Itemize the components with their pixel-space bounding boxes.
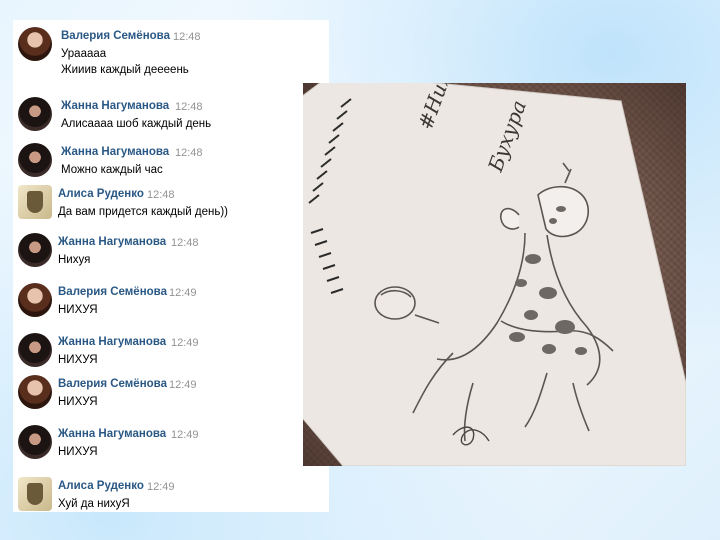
chat-message-list: Валерия Семёнова 12:48 Урааааа Жииив каж… bbox=[13, 20, 329, 512]
message-text: НИХУЯ bbox=[58, 354, 98, 366]
message-text: Жииив каждый деееень bbox=[61, 64, 189, 76]
message-time: 12:49 bbox=[169, 379, 197, 391]
sender-name[interactable]: Валерия Семёнова bbox=[58, 286, 167, 298]
chat-message: Алиса Руденко 12:48 Да вам придется кажд… bbox=[13, 180, 329, 226]
avatar[interactable] bbox=[18, 97, 52, 131]
avatar[interactable] bbox=[18, 333, 52, 367]
avatar[interactable] bbox=[18, 477, 52, 511]
chat-message: Жанна Нагуманова 12:48 Алисаааа шоб кажд… bbox=[13, 92, 329, 138]
message-time: 12:48 bbox=[175, 147, 203, 159]
chat-message: Валерия Семёнова 12:48 Урааааа Жииив каж… bbox=[13, 22, 329, 78]
sender-name[interactable]: Жанна Нагуманова bbox=[58, 236, 166, 248]
avatar[interactable] bbox=[18, 143, 52, 177]
chat-message: Жанна Нагуманова 12:49 НИХУЯ bbox=[13, 328, 329, 374]
sketchbook-photo[interactable]: #Нихуя и Бухура bbox=[303, 83, 686, 466]
message-text: Можно каждый час bbox=[61, 164, 163, 176]
message-time: 12:48 bbox=[173, 31, 201, 43]
sender-name[interactable]: Жанна Нагуманова bbox=[61, 146, 169, 158]
chat-message: Жанна Нагуманова 12:48 Нихуя bbox=[13, 228, 329, 274]
avatar[interactable] bbox=[18, 27, 52, 61]
sender-name[interactable]: Жанна Нагуманова bbox=[58, 428, 166, 440]
giraffe-sketch-image: #Нихуя и Бухура bbox=[303, 83, 686, 466]
sender-name[interactable]: Алиса Руденко bbox=[58, 188, 144, 200]
chat-message: Алиса Руденко 12:49 Хуй да нихуЯ bbox=[13, 472, 329, 512]
sender-name[interactable]: Валерия Семёнова bbox=[58, 378, 167, 390]
message-text: НИХУЯ bbox=[58, 304, 98, 316]
message-text: НИХУЯ bbox=[58, 396, 98, 408]
avatar[interactable] bbox=[18, 375, 52, 409]
chat-message: Жанна Нагуманова 12:49 НИХУЯ bbox=[13, 420, 329, 466]
avatar[interactable] bbox=[18, 283, 52, 317]
message-text: Хуй да нихуЯ bbox=[58, 498, 130, 510]
avatar[interactable] bbox=[18, 425, 52, 459]
sender-name[interactable]: Алиса Руденко bbox=[58, 480, 144, 492]
sender-name[interactable]: Жанна Нагуманова bbox=[61, 100, 169, 112]
message-text: Алисаааа шоб каждый день bbox=[61, 118, 212, 130]
message-time: 12:49 bbox=[171, 337, 199, 349]
message-time: 12:49 bbox=[147, 481, 175, 493]
chat-message: Жанна Нагуманова 12:48 Можно каждый час bbox=[13, 138, 329, 184]
chat-message: Валерия Семёнова 12:49 НИХУЯ bbox=[13, 278, 329, 324]
message-text: Урааааа bbox=[61, 48, 107, 60]
avatar[interactable] bbox=[18, 185, 52, 219]
message-text: Да вам придется каждый день)) bbox=[58, 206, 229, 218]
sender-name[interactable]: Валерия Семёнова bbox=[61, 30, 170, 42]
sender-name[interactable]: Жанна Нагуманова bbox=[58, 336, 166, 348]
message-time: 12:49 bbox=[171, 429, 199, 441]
avatar[interactable] bbox=[18, 233, 52, 267]
chat-message: Валерия Семёнова 12:49 НИХУЯ bbox=[13, 370, 329, 416]
message-time: 12:48 bbox=[171, 237, 199, 249]
message-text: НИХУЯ bbox=[58, 446, 98, 458]
message-time: 12:48 bbox=[147, 189, 175, 201]
message-time: 12:48 bbox=[175, 101, 203, 113]
message-time: 12:49 bbox=[169, 287, 197, 299]
message-text: Нихуя bbox=[58, 254, 91, 266]
